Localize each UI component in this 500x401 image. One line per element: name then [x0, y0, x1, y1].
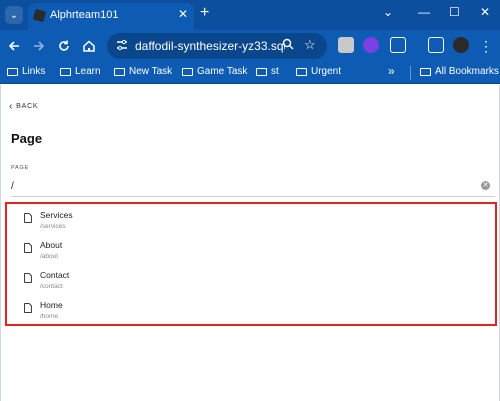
page-document-icon: [24, 213, 32, 223]
close-window-button[interactable]: ✕: [480, 5, 490, 19]
tab-list-button[interactable]: ⌄: [383, 5, 393, 19]
minimize-button[interactable]: —: [418, 5, 430, 19]
folder-icon: [60, 67, 71, 76]
bookmark-folder-learn[interactable]: Learn: [60, 66, 101, 77]
bookmarks-overflow-button[interactable]: »: [388, 64, 395, 78]
bookmark-folder-st[interactable]: st: [256, 66, 279, 77]
bookmark-star-icon[interactable]: ☆: [304, 37, 316, 53]
page-path-input[interactable]: [11, 177, 495, 197]
home-icon[interactable]: [79, 36, 99, 56]
bookmark-folder-urgent[interactable]: Urgent: [296, 66, 341, 77]
more-menu-icon[interactable]: ⋮: [476, 36, 496, 56]
page-field-label: PAGE: [11, 165, 30, 171]
back-arrow-icon[interactable]: [4, 36, 24, 56]
chevron-left-icon: ‹: [9, 101, 14, 112]
folder-icon: [182, 67, 193, 76]
extensions-puzzle-icon[interactable]: [390, 37, 406, 53]
bookmarks-divider: [410, 66, 411, 80]
browser-toolbar: daffodil-synthesizer-yz33.squ... ☆ ⋮: [0, 30, 500, 62]
suggestion-item-about[interactable]: About /about: [7, 236, 495, 266]
tab-title: Alphrteam101: [50, 9, 119, 21]
folder-icon: [256, 67, 267, 76]
page-content: ‹ BACK Page PAGE ✕ Services /services Ab…: [0, 85, 500, 401]
tab-search-button[interactable]: ⌄: [5, 6, 23, 24]
page-title: Page: [11, 131, 43, 146]
favicon-icon: [32, 8, 47, 23]
folder-icon: [296, 67, 307, 76]
extension-icon[interactable]: [363, 37, 379, 53]
tab-close-icon[interactable]: ✕: [178, 7, 188, 21]
profile-avatar[interactable]: [453, 37, 469, 53]
clear-input-icon[interactable]: ✕: [481, 181, 490, 190]
suggestion-item-services[interactable]: Services /services: [7, 206, 495, 236]
maximize-button[interactable]: ☐: [449, 5, 460, 19]
page-document-icon: [24, 303, 32, 313]
browser-tab[interactable]: Alphrteam101 ✕: [28, 3, 194, 30]
page-document-icon: [24, 243, 32, 253]
side-panel-icon[interactable]: [428, 37, 444, 53]
bookmark-folder-game-task[interactable]: Game Task: [182, 66, 247, 77]
zoom-search-icon[interactable]: [282, 38, 294, 53]
page-document-icon: [24, 273, 32, 283]
site-info-icon[interactable]: [115, 38, 129, 52]
extension-icon[interactable]: [338, 37, 354, 53]
suggestion-item-home[interactable]: Home /home: [7, 296, 495, 326]
forward-arrow-icon[interactable]: [29, 36, 49, 56]
new-tab-button[interactable]: +: [200, 4, 209, 22]
back-link[interactable]: ‹ BACK: [9, 101, 38, 112]
folder-icon: [7, 67, 18, 76]
address-bar[interactable]: daffodil-synthesizer-yz33.squ... ☆: [107, 33, 327, 59]
reload-icon[interactable]: [54, 36, 74, 56]
bookmark-folder-links[interactable]: Links: [7, 66, 45, 77]
folder-icon: [420, 67, 431, 76]
url-text: daffodil-synthesizer-yz33.squ...: [135, 39, 285, 53]
bookmark-folder-new-task[interactable]: New Task: [114, 66, 172, 77]
all-bookmarks-button[interactable]: All Bookmarks: [420, 66, 499, 77]
folder-icon: [114, 67, 125, 76]
suggestion-item-contact[interactable]: Contact /contact: [7, 266, 495, 296]
bookmarks-bar: Links Learn New Task Game Task st Urgent…: [0, 62, 500, 84]
page-suggestions-dropdown: Services /services About /about Contact …: [5, 202, 497, 326]
tab-bar: ⌄ Alphrteam101 ✕ + ⌄ — ☐ ✕: [0, 0, 500, 30]
